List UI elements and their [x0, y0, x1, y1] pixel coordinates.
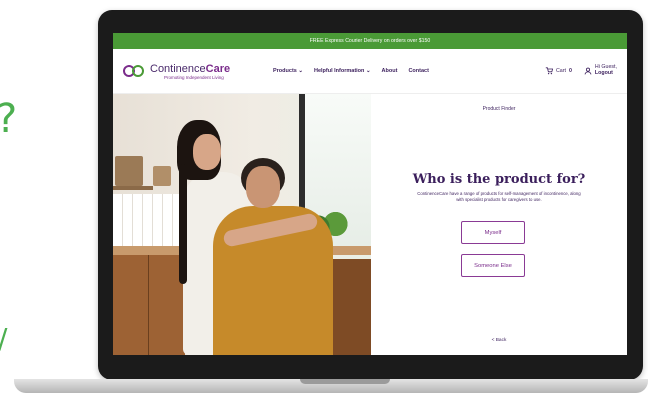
- chevron-down-icon: ⌄: [365, 68, 371, 74]
- finder-description: ContinenceCare have a range of products …: [417, 191, 581, 203]
- site-header: ContinenceCare Promoting Independent Liv…: [113, 49, 627, 94]
- header-actions: Cart 0 Hi Guest, Logout: [545, 64, 617, 77]
- laptop-notch: [300, 379, 390, 384]
- logo-tagline: Promoting Independent Living: [164, 74, 224, 80]
- option-someone-else-button[interactable]: Someone Else: [461, 254, 525, 277]
- product-finder-label: Product Finder: [482, 106, 516, 112]
- product-finder-panel: Product Finder Who is the product for? C…: [371, 94, 627, 355]
- main-menu: Products ⌄ Helpful Information ⌄ About C…: [273, 68, 429, 74]
- decorative-slash: /: [0, 322, 7, 355]
- menu-item-products[interactable]: Products ⌄: [273, 68, 303, 74]
- brand-logo[interactable]: ContinenceCare Promoting Independent Liv…: [123, 63, 263, 80]
- hero-photo: [113, 94, 371, 355]
- product-finder-hero: Product Finder Who is the product for? C…: [113, 94, 627, 355]
- option-myself-button[interactable]: Myself: [461, 221, 525, 244]
- promo-bar: FREE Express Courier Delivery on orders …: [113, 33, 627, 49]
- menu-item-about[interactable]: About: [382, 68, 398, 74]
- logo-rings-icon: [123, 64, 145, 78]
- cart-link[interactable]: Cart 0: [545, 67, 572, 75]
- laptop-screen: FREE Express Courier Delivery on orders …: [113, 33, 627, 355]
- decorative-question-mark: ?: [0, 96, 17, 142]
- user-icon: [584, 67, 592, 75]
- account-menu[interactable]: Hi Guest, Logout: [584, 64, 617, 77]
- promo-text: FREE Express Courier Delivery on orders …: [309, 38, 431, 44]
- cart-count: 0: [568, 68, 572, 74]
- logout-link[interactable]: Logout: [595, 70, 617, 77]
- chevron-down-icon: ⌄: [298, 68, 303, 74]
- cart-icon: [545, 67, 553, 75]
- back-link[interactable]: < Back: [371, 338, 627, 343]
- logo-wordmark: ContinenceCare: [150, 62, 231, 75]
- menu-item-helpful-information[interactable]: Helpful Information ⌄: [314, 68, 371, 74]
- cart-label: Cart: [555, 68, 566, 74]
- finder-question: Who is the product for?: [412, 172, 586, 187]
- menu-item-contact[interactable]: Contact: [408, 68, 428, 74]
